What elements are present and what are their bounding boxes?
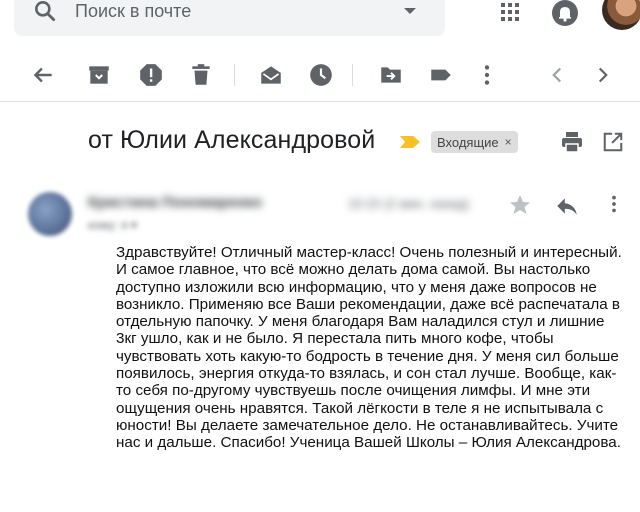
star-icon[interactable] [508,193,532,217]
open-in-new-window-icon[interactable] [602,131,624,153]
archive-icon[interactable] [86,62,112,88]
snooze-icon[interactable] [308,62,334,88]
message-toolbar [0,48,640,102]
sender-name[interactable]: Кристина Пономаренко [88,194,262,211]
label-icon[interactable] [428,62,454,88]
toolbar-divider [234,64,235,86]
email-date: 10:15 (2 мин. назад) [348,196,470,211]
caret-down-icon[interactable] [404,8,416,14]
top-bar: Поиск в почте [0,0,640,40]
apps-icon[interactable] [500,2,520,22]
importance-marker-icon[interactable] [400,136,420,148]
delete-icon[interactable] [188,62,214,88]
email-body: Здравствуйте! Отличный мастер-класс! Оче… [116,244,622,452]
print-icon[interactable] [560,130,584,154]
reply-icon[interactable] [554,193,580,219]
move-to-icon[interactable] [378,62,404,88]
label-chip-text: Входящие [437,134,499,150]
search-icon[interactable] [32,0,58,24]
search-box[interactable]: Поиск в почте [14,0,445,36]
email-subject: от Юлии Александровой [88,126,376,154]
prev-icon[interactable] [544,62,570,88]
search-input[interactable]: Поиск в почте [75,1,191,22]
label-chip-inbox[interactable]: Входящие × [431,131,518,153]
message-more-icon[interactable] [603,193,625,215]
bell-icon[interactable] [552,0,578,26]
sender-avatar[interactable] [28,192,72,236]
avatar[interactable] [602,0,640,30]
report-spam-icon[interactable] [138,62,164,88]
recipient-details[interactable]: кому: я ▾ [88,218,137,232]
toolbar-divider [352,64,353,86]
next-icon[interactable] [590,62,616,88]
more-vert-icon[interactable] [474,62,500,88]
remove-label-icon[interactable]: × [505,135,512,149]
mark-unread-icon[interactable] [258,62,284,88]
back-arrow-icon[interactable] [30,62,56,88]
